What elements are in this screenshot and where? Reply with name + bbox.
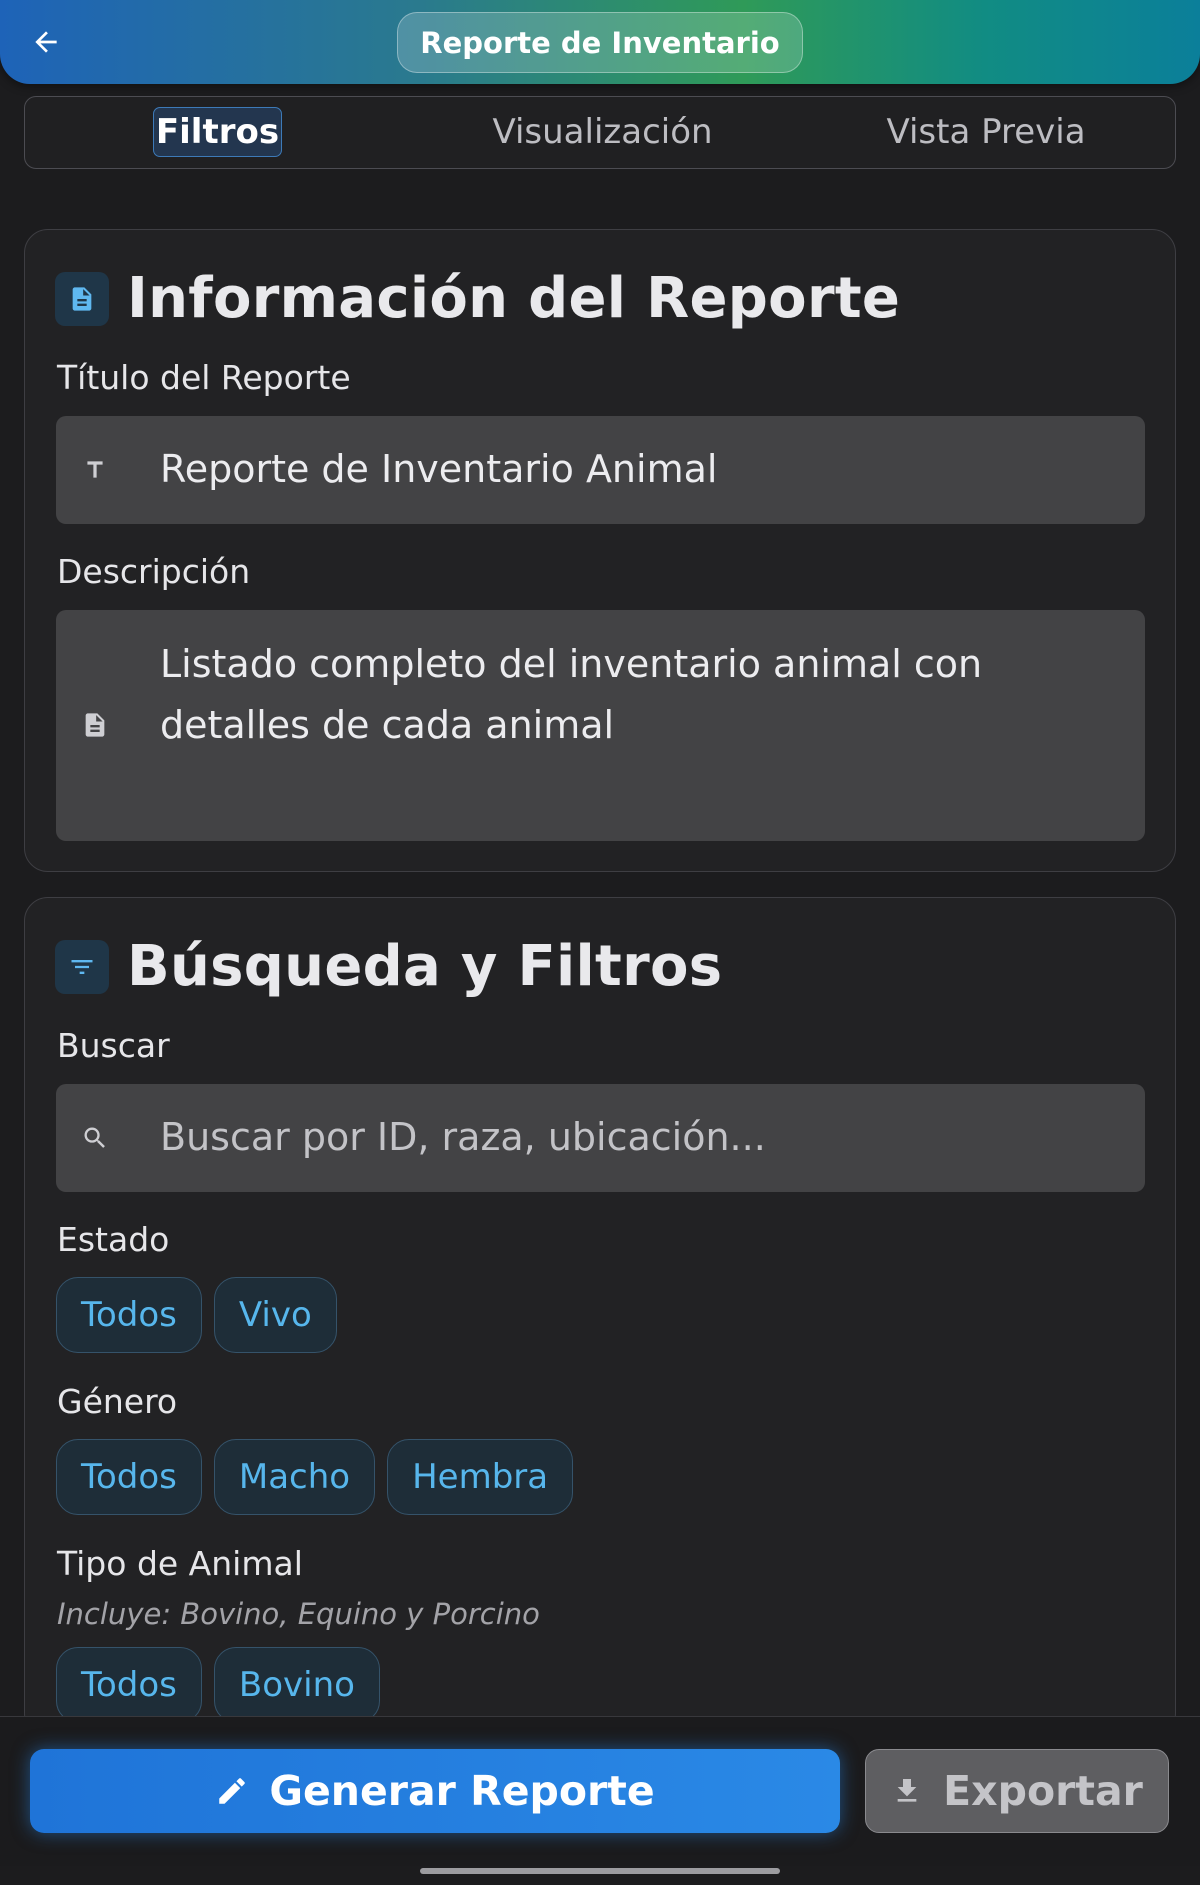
tipo-animal-label: Tipo de Animal <box>57 1544 303 1583</box>
chip-estado-todos[interactable]: Todos <box>56 1277 202 1353</box>
genero-chips: Todos Macho Hembra <box>56 1439 574 1515</box>
bottom-action-bar: Generar Reporte Exportar <box>0 1716 1200 1866</box>
description-icon <box>78 708 112 742</box>
chip-genero-todos[interactable]: Todos <box>56 1439 202 1515</box>
genero-label: Género <box>57 1382 178 1421</box>
tab-label: Vista Previa <box>886 112 1086 152</box>
tipo-animal-hint: Incluye: Bovino, Equino y Porcino <box>57 1597 540 1631</box>
tab-label: Filtros <box>152 107 283 157</box>
description-input[interactable]: Listado completo del inventario animal c… <box>56 610 1145 841</box>
export-label: Exportar <box>943 1767 1143 1815</box>
search-icon <box>78 1121 112 1155</box>
page-title: Reporte de Inventario <box>397 12 803 73</box>
estado-chips: Todos Vivo <box>56 1277 337 1353</box>
export-button[interactable]: Exportar <box>865 1749 1169 1833</box>
generate-report-button[interactable]: Generar Reporte <box>30 1749 840 1833</box>
tab-bar: Filtros Visualización Vista Previa <box>24 96 1176 169</box>
filters-header: Búsqueda y Filtros <box>55 934 722 999</box>
report-title-input[interactable]: Reporte de Inventario Animal <box>56 416 1145 524</box>
pencil-icon <box>215 1774 249 1808</box>
chip-tipo-bovino[interactable]: Bovino <box>213 1647 380 1723</box>
home-indicator <box>420 1868 780 1874</box>
report-info-title: Información del Reporte <box>127 266 901 331</box>
tab-visualizacion[interactable]: Visualización <box>410 97 795 167</box>
document-icon <box>55 271 109 326</box>
search-placeholder: Buscar por ID, raza, ubicación... <box>160 1115 766 1159</box>
tab-filtros[interactable]: Filtros <box>25 97 410 167</box>
tab-label: Visualización <box>492 112 713 152</box>
report-info-header: Información del Reporte <box>55 266 900 331</box>
tab-vista-previa[interactable]: Vista Previa <box>795 97 1177 167</box>
app-bar: Reporte de Inventario <box>0 0 1200 84</box>
title-field-label: Título del Reporte <box>57 358 351 397</box>
arrow-left-icon <box>35 31 57 53</box>
text-format-icon <box>78 453 112 487</box>
chip-genero-macho[interactable]: Macho <box>213 1439 376 1515</box>
chip-estado-vivo[interactable]: Vivo <box>213 1277 337 1353</box>
report-screen: Reporte de Inventario Filtros Visualizac… <box>0 0 1200 1885</box>
filter-icon <box>55 939 109 994</box>
description-value: Listado completo del inventario animal c… <box>160 642 983 747</box>
filters-title: Búsqueda y Filtros <box>127 934 723 999</box>
description-field-label: Descripción <box>57 552 251 591</box>
chip-tipo-todos[interactable]: Todos <box>56 1647 202 1723</box>
generate-report-label: Generar Reporte <box>269 1767 655 1815</box>
search-input[interactable]: Buscar por ID, raza, ubicación... <box>56 1084 1145 1192</box>
report-title-value: Reporte de Inventario Animal <box>160 447 718 491</box>
search-label: Buscar <box>57 1026 170 1065</box>
back-button[interactable] <box>22 18 70 66</box>
chip-genero-hembra[interactable]: Hembra <box>387 1439 574 1515</box>
report-info-card: Información del Reporte Título del Repor… <box>24 229 1176 872</box>
estado-label: Estado <box>57 1220 170 1259</box>
tipo-animal-chips: Todos Bovino <box>56 1647 380 1723</box>
filters-card: Búsqueda y Filtros Buscar Buscar por ID,… <box>24 897 1176 1737</box>
download-icon <box>891 1775 923 1807</box>
